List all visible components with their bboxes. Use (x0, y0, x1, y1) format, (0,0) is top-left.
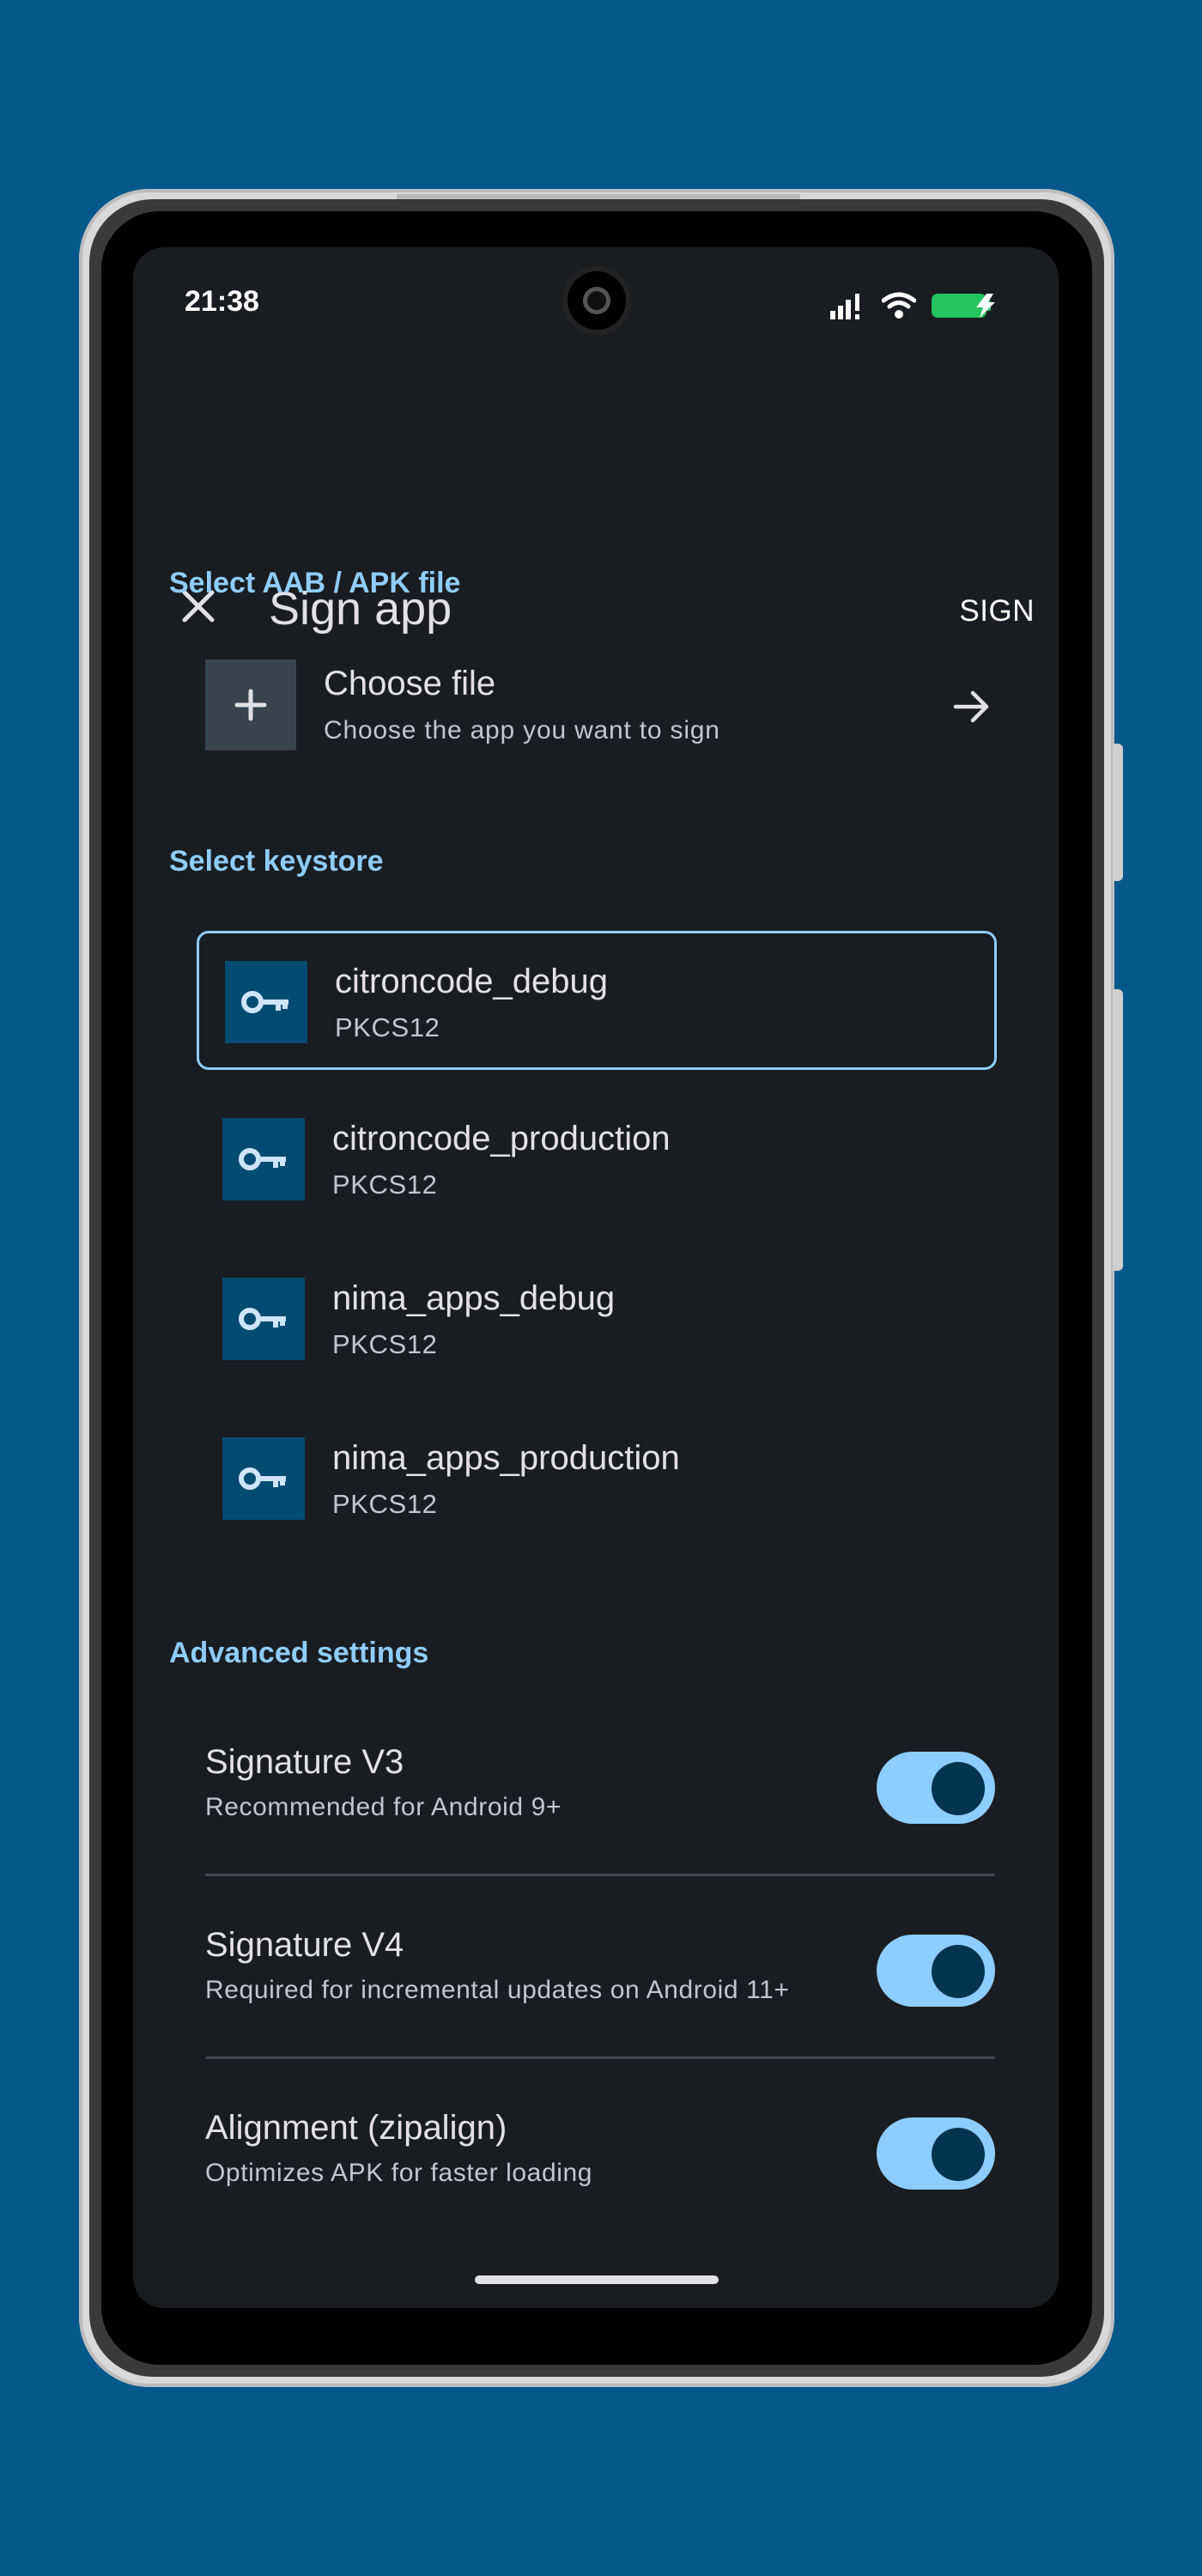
status-bar: 21:38 (133, 247, 1059, 359)
setting-subtitle: Optimizes APK for faster loading (205, 2159, 593, 2187)
keystore-item-citroncode-production[interactable]: citroncode_production PKCS12 (197, 1091, 997, 1230)
signal-icon (830, 294, 859, 319)
arrow-right-icon (953, 690, 989, 723)
signature-v3-toggle[interactable] (877, 1752, 995, 1824)
keystore-item-nima-apps-debug[interactable]: nima_apps_debug PKCS12 (197, 1250, 997, 1389)
front-camera (568, 271, 626, 330)
key-icon (239, 1148, 286, 1170)
setting-title: Signature V4 (205, 1926, 404, 1964)
keystore-icon-box (222, 1437, 305, 1520)
divider (205, 2057, 995, 2059)
keystore-name: nima_apps_debug (332, 1279, 616, 1317)
setting-subtitle: Required for incremental updates on Andr… (205, 1976, 790, 2004)
battery-charging-icon (932, 294, 995, 318)
setting-subtitle: Recommended for Android 9+ (205, 1793, 562, 1821)
choose-file-row[interactable]: Choose file Choose the app you want to s… (205, 659, 999, 754)
key-icon (241, 991, 288, 1013)
key-icon (239, 1467, 286, 1490)
keystore-section-header: Select keystore (169, 845, 384, 878)
wifi-icon (882, 292, 916, 319)
phone-side-button (1113, 744, 1123, 881)
keystore-name: citroncode_debug (335, 963, 609, 1000)
keystore-name: nima_apps_production (332, 1439, 680, 1477)
key-icon (239, 1308, 286, 1330)
advanced-section-header: Advanced settings (169, 1637, 429, 1669)
alignment-toggle[interactable] (877, 2117, 995, 2190)
toggle-knob (932, 2128, 985, 2181)
keystore-type: PKCS12 (335, 1012, 440, 1042)
keystore-type: PKCS12 (332, 1170, 438, 1200)
sign-button[interactable]: SIGN (959, 594, 1035, 629)
toggle-knob (932, 1762, 985, 1815)
setting-alignment: Alignment (zipalign) Optimizes APK for f… (205, 2109, 995, 2212)
choose-file-title: Choose file (324, 665, 496, 702)
choose-file-subtitle: Choose the app you want to sign (324, 716, 720, 744)
keystore-icon-box (225, 961, 307, 1043)
status-icons (829, 289, 999, 323)
plus-icon (234, 689, 267, 721)
keystore-item-citroncode-debug[interactable]: citroncode_debug PKCS12 (197, 931, 997, 1070)
keystore-type: PKCS12 (332, 1329, 438, 1359)
keystore-item-nima-apps-production[interactable]: nima_apps_production PKCS12 (197, 1410, 997, 1549)
keystore-icon-box (222, 1278, 305, 1360)
divider (205, 1874, 995, 1876)
status-time: 21:38 (185, 285, 259, 318)
keystore-type: PKCS12 (332, 1489, 438, 1519)
keystore-icon-box (222, 1118, 305, 1200)
keystore-name: citroncode_production (332, 1120, 671, 1157)
signature-v4-toggle[interactable] (877, 1935, 995, 2007)
setting-title: Signature V3 (205, 1743, 404, 1781)
add-file-box (205, 659, 296, 750)
setting-signature-v4: Signature V4 Required for incremental up… (205, 1926, 995, 2029)
home-indicator[interactable] (475, 2275, 719, 2284)
phone-screen: 21:38 Sign app SIGN Select AAB / APK fil… (133, 247, 1059, 2308)
setting-signature-v3: Signature V3 Recommended for Android 9+ (205, 1743, 995, 1846)
phone-volume-button (1113, 989, 1123, 1271)
file-section-header: Select AAB / APK file (169, 567, 461, 599)
toggle-knob (932, 1945, 985, 1998)
setting-title: Alignment (zipalign) (205, 2109, 507, 2147)
